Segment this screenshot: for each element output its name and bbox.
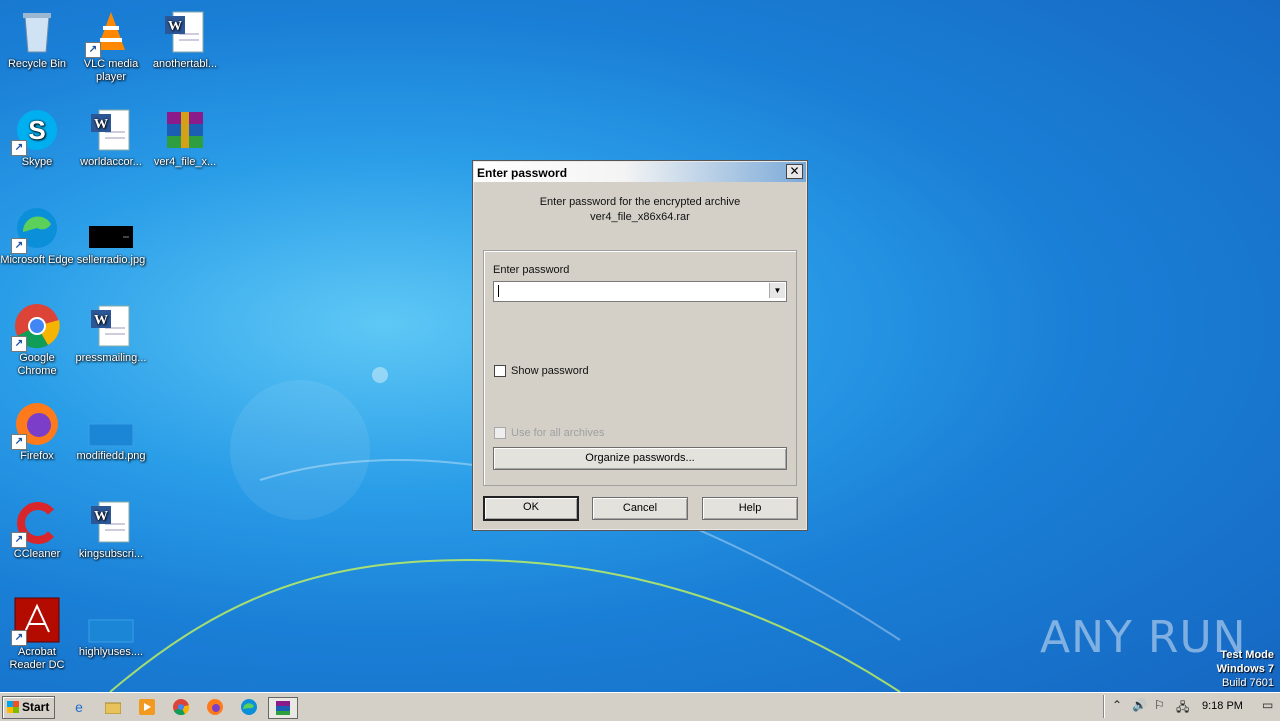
svg-text:W: W xyxy=(94,509,108,524)
shortcut-arrow-icon: ↗ xyxy=(11,434,27,450)
desktop-icon-firefox[interactable]: ↗ Firefox xyxy=(0,396,74,463)
windows-logo-icon xyxy=(7,701,19,713)
volume-icon[interactable]: 🔊 xyxy=(1132,698,1147,712)
desktop-icon-chrome[interactable]: ↗ Google Chrome xyxy=(0,298,74,378)
text-cursor xyxy=(498,285,499,297)
dialog-title: Enter password xyxy=(477,166,568,180)
ccleaner-icon: ↗ xyxy=(11,498,61,548)
firefox-icon[interactable] xyxy=(204,697,226,717)
password-label: Enter password xyxy=(493,264,570,276)
winrar-icon[interactable] xyxy=(268,697,298,719)
word-doc-icon: W xyxy=(87,106,135,154)
shortcut-arrow-icon: ↗ xyxy=(11,238,27,254)
image-file-icon xyxy=(87,204,135,252)
desktop-icon-anothertabl[interactable]: W anothertabl... xyxy=(148,4,222,71)
dialog-titlebar[interactable]: Enter password ✕ xyxy=(474,162,806,182)
close-icon: ✕ xyxy=(789,164,800,178)
network-icon[interactable]: 🖧 xyxy=(1176,698,1189,719)
recycle-bin-icon xyxy=(13,8,61,56)
explorer-icon[interactable] xyxy=(102,697,124,717)
ok-button[interactable]: OK xyxy=(483,496,579,521)
show-password-checkbox[interactable] xyxy=(494,365,506,377)
desktop-icon-sellerradio[interactable]: sellerradio.jpg xyxy=(74,200,148,267)
desktop-icon-kingsubscri[interactable]: W kingsubscri... xyxy=(74,494,148,561)
clock[interactable]: 9:18 PM xyxy=(1202,700,1243,712)
word-doc-icon: W xyxy=(161,8,209,56)
use-for-all-archives-checkbox xyxy=(494,427,506,439)
shortcut-arrow-icon: ↗ xyxy=(11,336,27,352)
dialog-message: Enter password for the encrypted archive… xyxy=(539,196,741,223)
svg-text:W: W xyxy=(94,117,108,132)
password-combobox[interactable]: ▼ xyxy=(493,281,787,302)
shortcut-arrow-icon: ↗ xyxy=(11,532,27,548)
edge-icon[interactable] xyxy=(238,697,260,717)
desktop-icon-pressmailing[interactable]: W pressmailing... xyxy=(74,298,148,365)
acrobat-icon: ↗ xyxy=(11,596,61,646)
enter-password-dialog: Enter password ✕ Enter password for the … xyxy=(472,160,808,531)
show-password-label: Show password xyxy=(511,365,589,377)
svg-text:W: W xyxy=(168,19,182,34)
cancel-button[interactable]: Cancel xyxy=(592,497,688,520)
edge-icon: ↗ xyxy=(11,204,61,254)
vlc-icon: ↗ xyxy=(85,8,135,58)
chevron-down-icon[interactable]: ▼ xyxy=(769,283,785,298)
image-file-icon xyxy=(87,596,135,644)
media-player-icon[interactable] xyxy=(136,697,158,717)
taskbar: Start e ⌃ 🔊 ⚐ 🖧 9:18 PM ▭ xyxy=(0,692,1280,721)
show-hidden-icons-icon[interactable]: ⌃ xyxy=(1112,698,1122,712)
show-desktop-icon[interactable]: ▭ xyxy=(1262,698,1273,712)
svg-text:W: W xyxy=(94,313,108,328)
desktop-icon-worldaccor[interactable]: W worldaccor... xyxy=(74,102,148,169)
winrar-archive-icon xyxy=(161,106,209,154)
desktop-icon-edge[interactable]: ↗ Microsoft Edge xyxy=(0,200,74,267)
word-doc-icon: W xyxy=(87,498,135,546)
image-file-icon xyxy=(87,400,135,448)
chrome-icon[interactable] xyxy=(170,697,192,717)
desktop-icon-ccleaner[interactable]: ↗ CCleaner xyxy=(0,494,74,561)
test-mode-notice: Test Mode Windows 7 Build 7601 xyxy=(1216,649,1274,689)
shortcut-arrow-icon: ↗ xyxy=(11,140,27,156)
skype-icon: S ↗ xyxy=(11,106,61,156)
desktop-icon-vlc[interactable]: ↗ VLC media player xyxy=(74,4,148,84)
shortcut-arrow-icon: ↗ xyxy=(11,630,27,646)
anyrun-watermark: ANY RUN xyxy=(1040,612,1247,663)
organize-passwords-button[interactable]: Organize passwords... xyxy=(493,447,787,470)
desktop-icon-skype[interactable]: S ↗ Skype xyxy=(0,102,74,169)
start-button[interactable]: Start xyxy=(2,696,55,719)
chrome-icon: ↗ xyxy=(11,302,61,352)
internet-explorer-icon[interactable]: e xyxy=(68,697,90,717)
use-for-all-archives-label: Use for all archives xyxy=(511,427,605,439)
desktop-icon-highlyuses[interactable]: highlyuses.... xyxy=(74,592,148,659)
desktop-icon-acrobat[interactable]: ↗ Acrobat Reader DC xyxy=(0,592,74,672)
close-button[interactable]: ✕ xyxy=(786,164,803,179)
desktop-icon-modifiedd[interactable]: modifiedd.png xyxy=(74,396,148,463)
system-tray: ⌃ 🔊 ⚐ 🖧 9:18 PM ▭ xyxy=(1103,695,1280,718)
word-doc-icon: W xyxy=(87,302,135,350)
desktop-icon-recycle-bin[interactable]: Recycle Bin xyxy=(0,4,74,71)
action-center-flag-icon[interactable]: ⚐ xyxy=(1154,698,1165,712)
svg-text:S: S xyxy=(28,115,45,145)
desktop-icon-ver4-file[interactable]: ver4_file_x... xyxy=(148,102,222,169)
shortcut-arrow-icon: ↗ xyxy=(85,42,101,58)
help-button[interactable]: Help xyxy=(702,497,798,520)
firefox-icon: ↗ xyxy=(11,400,61,450)
